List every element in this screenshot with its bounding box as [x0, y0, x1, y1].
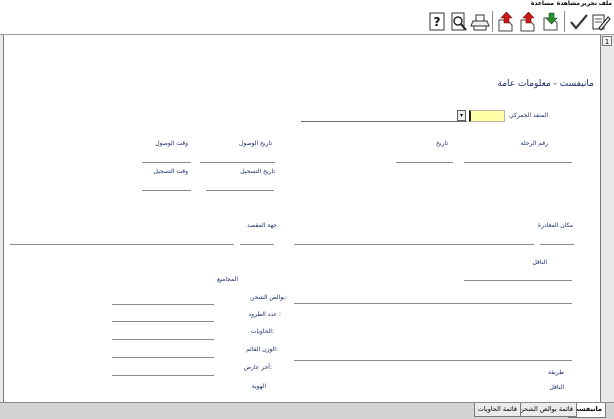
help-icon: ?	[429, 12, 445, 31]
customs-point-input[interactable]	[469, 110, 505, 122]
document-area: مانيفست - معلومات عامة المنفذ الجمركي ▾ …	[0, 35, 614, 402]
upload-arrow-icon	[520, 12, 535, 32]
upload-button-1[interactable]	[518, 12, 538, 32]
registration-date-field[interactable]	[206, 190, 274, 191]
carrier-field-2[interactable]	[294, 303, 572, 304]
label-voyage-number: رقم الرحلة	[520, 140, 548, 147]
menu-edit[interactable]: تحرير	[581, 0, 597, 8]
label-arrival-time: وقت الوصول	[155, 140, 188, 147]
carrier-notes-field[interactable]	[294, 360, 572, 361]
label-customs-point: المنفذ الجمركي	[509, 112, 548, 119]
voyage-number-field[interactable]	[464, 162, 572, 163]
label-last-seal: آخر عارض:	[243, 364, 272, 371]
printer-icon	[470, 14, 490, 31]
menu-view[interactable]: مشاهدة	[557, 0, 580, 8]
departure-place-field-2[interactable]	[294, 244, 534, 245]
label-carrier-2: الناقل	[549, 384, 564, 391]
label-gross-weight: الوزن القائم:	[246, 346, 278, 353]
label-carrier: الناقل	[532, 259, 547, 266]
destination-field-2[interactable]	[10, 244, 234, 245]
checkmark-icon	[570, 14, 588, 30]
menu-help[interactable]: مساعدة	[531, 0, 554, 8]
arrival-date-field[interactable]	[200, 162, 275, 163]
label-destination: جهة المقصد	[247, 222, 277, 229]
print-button[interactable]	[470, 12, 490, 32]
label-method: طريقة	[547, 369, 564, 376]
tab-bar: مانيفست قائمة بوالص الشحن قائمة الحاويات	[0, 402, 614, 419]
edit-form-icon	[592, 14, 611, 31]
label-registration-time: وقت التسجيل	[153, 168, 188, 175]
upload-arrow-icon	[498, 12, 513, 32]
label-departure-place: مكان المغادرة	[537, 222, 573, 229]
toolbar-separator	[492, 11, 493, 32]
page-title: مانيفست - معلومات عامة	[497, 79, 594, 89]
print-preview-icon	[451, 12, 467, 31]
gross-weight-field[interactable]	[112, 357, 214, 358]
departure-place-field-1[interactable]	[540, 244, 574, 245]
download-button[interactable]	[541, 12, 561, 32]
label-arrival-date: تاريخ الوصول	[239, 140, 272, 147]
label-bills-of-lading: بوالص الشحن:	[250, 294, 287, 301]
upload-button-2[interactable]	[496, 12, 516, 32]
toolbar: ?	[0, 8, 614, 35]
print-preview-button[interactable]	[449, 12, 469, 32]
label-identity: الهوية	[251, 383, 266, 390]
arrival-time-field[interactable]	[142, 162, 191, 163]
tab-bills-of-lading-list[interactable]: قائمة بوالص الشحن	[515, 403, 577, 417]
label-containers: الحاويات:	[250, 328, 274, 335]
help-glyph: ?	[434, 15, 441, 29]
destination-field-1[interactable]	[240, 244, 274, 245]
chevron-down-icon[interactable]: ▾	[457, 110, 466, 121]
page-number[interactable]: 1	[602, 36, 612, 46]
bills-of-lading-field[interactable]	[112, 304, 214, 305]
label-totals: المجاميع	[217, 276, 238, 283]
carrier-field-1[interactable]	[464, 280, 572, 281]
menu-file[interactable]: ملف	[599, 0, 612, 8]
menu-bar: ملف تحرير مشاهدة مساعدة	[0, 0, 614, 8]
label-date: تاريخ	[436, 140, 448, 147]
label-packages-count: عدد الطرود :	[248, 311, 281, 318]
confirm-button[interactable]	[569, 12, 589, 32]
form-page: مانيفست - معلومات عامة المنفذ الجمركي ▾ …	[3, 35, 601, 402]
tab-containers-list[interactable]: قائمة الحاويات	[473, 403, 521, 417]
download-arrow-icon	[543, 12, 558, 31]
edit-form-button[interactable]	[591, 12, 611, 32]
customs-point-dropdown[interactable]: ▾	[301, 110, 467, 122]
label-registration-date: تاريخ التسجيل	[240, 168, 275, 175]
date-field[interactable]	[396, 162, 453, 163]
toolbar-separator	[564, 11, 565, 32]
packages-count-field[interactable]	[112, 321, 214, 322]
help-button[interactable]: ?	[427, 12, 447, 32]
last-seal-field[interactable]	[112, 375, 214, 376]
containers-field[interactable]	[112, 339, 214, 340]
registration-time-field[interactable]	[142, 190, 191, 191]
